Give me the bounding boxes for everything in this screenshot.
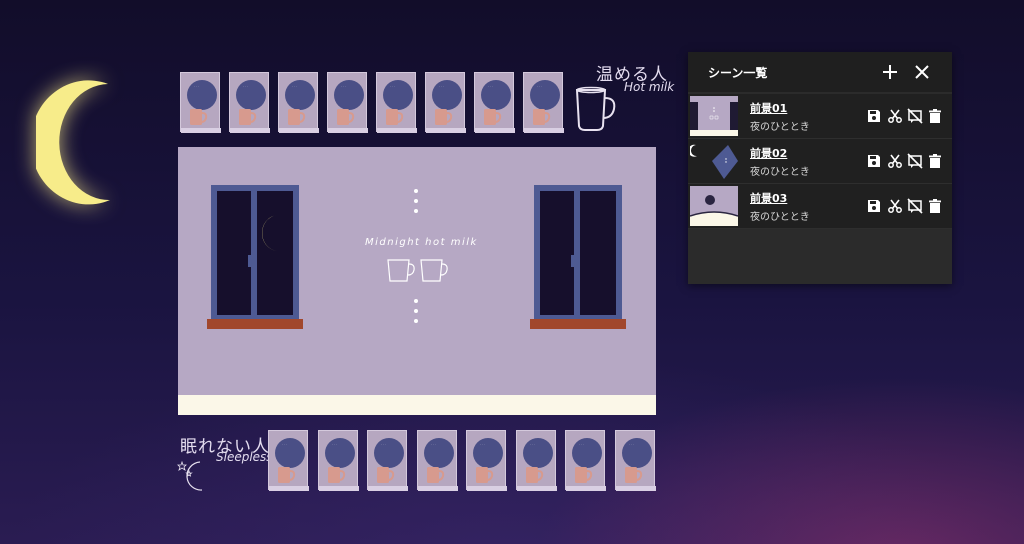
scene-card[interactable]: · · · (376, 72, 417, 133)
save-icon[interactable] (866, 198, 882, 214)
preview-stage[interactable]: Midnight hot milk (178, 147, 656, 415)
svg-text:· · ·: · · · (332, 442, 337, 446)
scene-card[interactable]: · · · (268, 430, 309, 491)
scene-row[interactable]: 前景02 夜のひととき (688, 139, 952, 184)
right-window (530, 185, 626, 329)
save-icon[interactable] (866, 108, 882, 124)
scene-panel-title: シーン一覧 (708, 66, 768, 80)
scene-subtitle: 夜のひととき (750, 212, 810, 223)
scene-subtitle: 夜のひととき (750, 122, 810, 133)
scene-card[interactable]: · · · (317, 430, 359, 491)
svg-text:· · ·: · · · (282, 442, 287, 446)
stage-floor (178, 395, 656, 415)
scene-name[interactable]: 前景01 (750, 100, 787, 116)
hide-comment-icon[interactable] (907, 153, 923, 169)
close-panel-button[interactable] (912, 62, 932, 82)
svg-text:· · ·: · · · (292, 84, 297, 88)
left-window (207, 185, 303, 329)
two-mugs-icon (387, 259, 448, 282)
scene-name[interactable]: 前景02 (750, 145, 787, 161)
scissors-icon[interactable] (887, 153, 903, 169)
bottom-row-subtitle: Sleepless (216, 450, 273, 464)
svg-text:· · ·: · · · (243, 84, 248, 88)
close-icon (915, 65, 929, 79)
save-icon[interactable] (866, 153, 882, 169)
scene-card[interactable]: · · · (327, 72, 368, 133)
mug-icon (575, 86, 616, 131)
add-scene-button[interactable] (880, 62, 900, 82)
svg-text:· · ·: · · · (431, 442, 436, 446)
scene-card[interactable]: · · · (180, 72, 221, 133)
scene-card[interactable]: · · · (523, 72, 564, 133)
scene-list-panel: シーン一覧 前景01 夜のひととき 前景02 夜のひととき 前景03 夜のひとと… (688, 52, 952, 284)
svg-text:· · ·: · · · (629, 442, 634, 446)
scene-name[interactable]: 前景03 (750, 190, 787, 206)
svg-text:· · ·: · · · (480, 442, 485, 446)
scene-panel-header: シーン一覧 (688, 52, 952, 92)
scene-thumbnail (690, 141, 738, 181)
trash-icon[interactable] (927, 198, 943, 214)
svg-text:· · ·: · · · (341, 84, 346, 88)
scene-thumbnail (690, 96, 738, 136)
dots-top (414, 189, 418, 213)
hide-comment-icon[interactable] (907, 198, 923, 214)
dots-bottom (414, 299, 418, 323)
stage-title: Midnight hot milk (365, 237, 478, 248)
scene-card[interactable]: · · · (278, 72, 319, 133)
scissors-icon[interactable] (887, 198, 903, 214)
scene-card[interactable]: · · · (416, 430, 458, 491)
svg-text:· · ·: · · · (579, 442, 584, 446)
svg-text:· · ·: · · · (381, 442, 386, 446)
trash-icon[interactable] (927, 108, 943, 124)
trash-icon[interactable] (927, 153, 943, 169)
scene-card[interactable]: · · · (367, 430, 408, 491)
hide-comment-icon[interactable] (907, 108, 923, 124)
scene-card[interactable]: · · · (466, 430, 507, 491)
scene-card[interactable]: · · · (229, 72, 270, 133)
scene-row[interactable]: 前景03 夜のひととき (688, 184, 952, 229)
scissors-icon[interactable] (887, 108, 903, 124)
scene-row[interactable]: 前景01 夜のひととき (688, 94, 952, 139)
scene-card[interactable]: · · · (474, 72, 515, 133)
svg-text:· · ·: · · · (439, 84, 444, 88)
scene-card[interactable]: · · · (515, 430, 557, 491)
scene-card[interactable]: · · · (614, 430, 656, 491)
scene-thumbnail (690, 186, 738, 226)
plus-icon (883, 65, 897, 79)
svg-text:· · ·: · · · (537, 84, 542, 88)
scene-card[interactable]: · · · (425, 72, 466, 133)
stars-moon-icon (177, 460, 203, 491)
svg-text:· · ·: · · · (194, 84, 199, 88)
top-row-subtitle: Hot milk (624, 80, 675, 94)
scene-card[interactable]: · · · (565, 430, 606, 491)
svg-text:· · ·: · · · (488, 84, 493, 88)
scene-subtitle: 夜のひととき (750, 167, 810, 178)
svg-text:· · ·: · · · (390, 84, 395, 88)
svg-text:· · ·: · · · (530, 442, 535, 446)
crescent-moon-icon (36, 80, 110, 205)
